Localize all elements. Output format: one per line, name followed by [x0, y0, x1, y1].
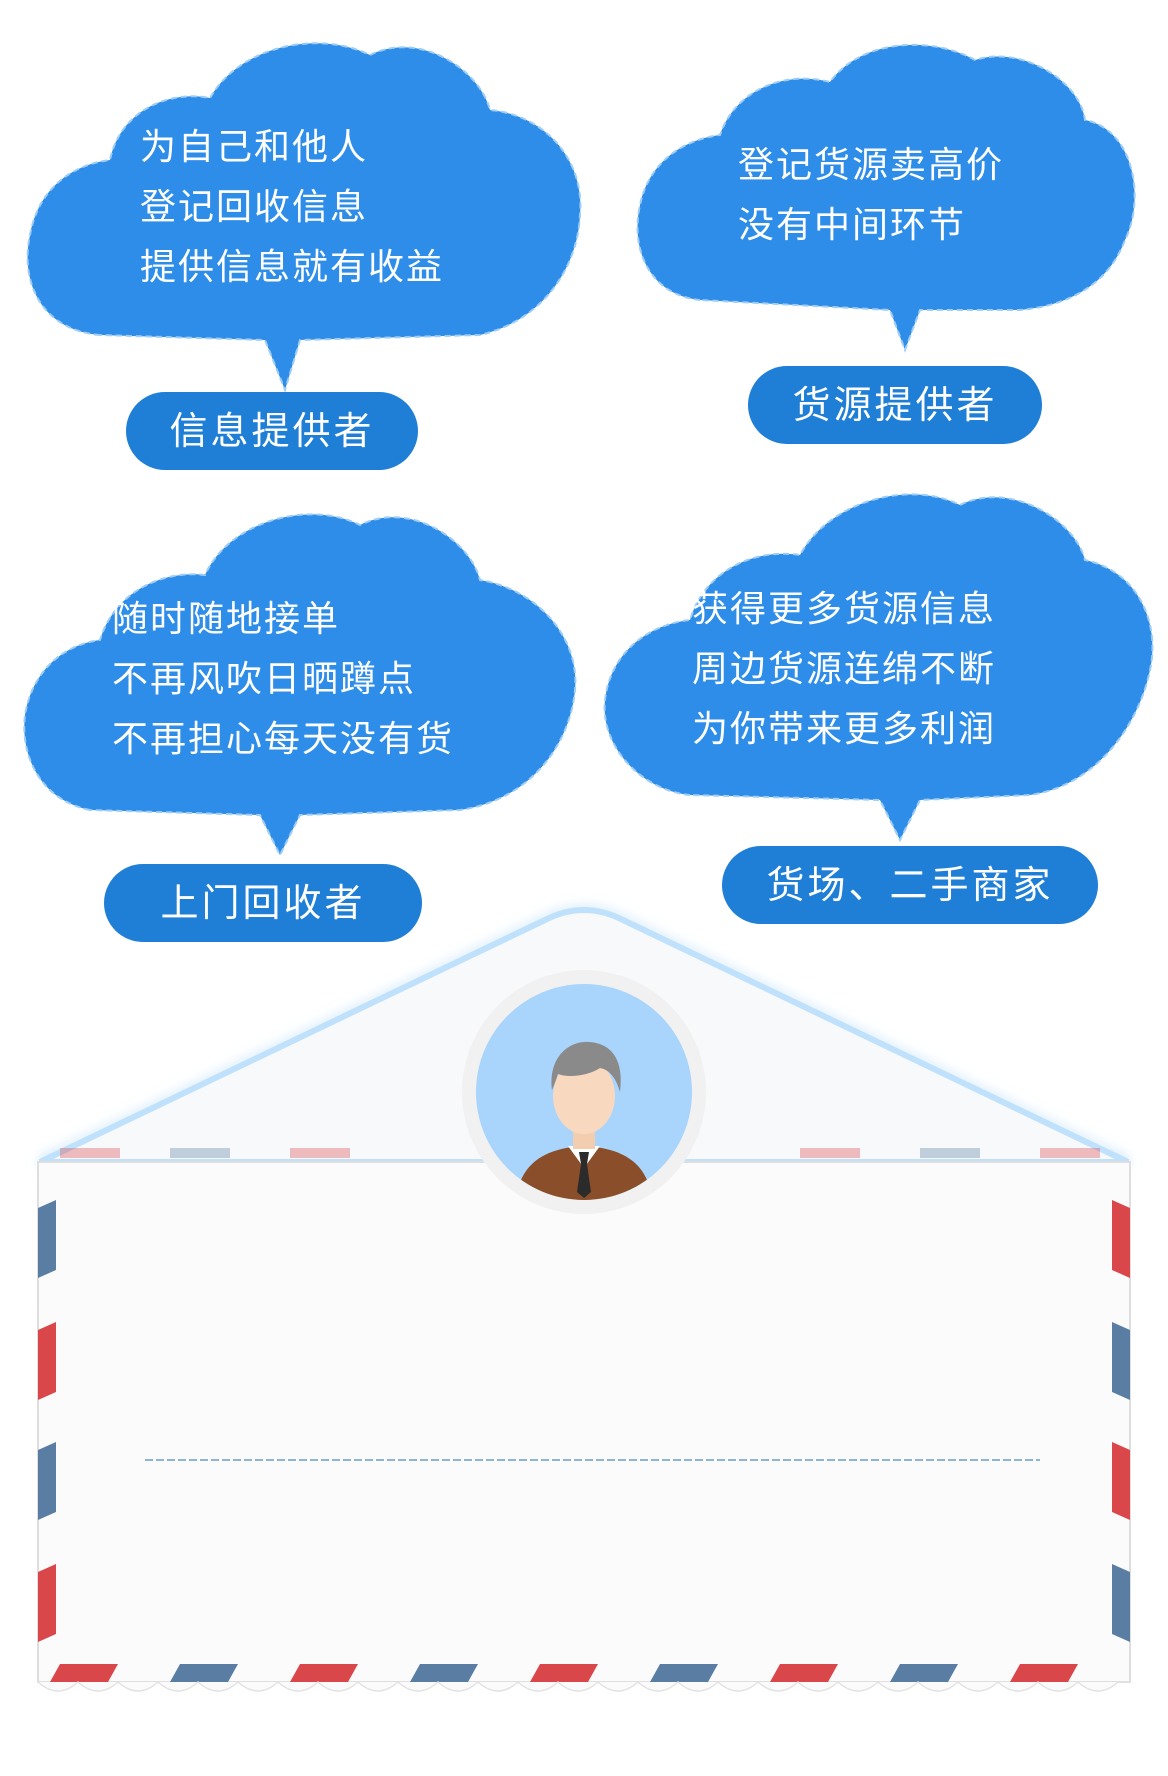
cloud-4-line-2: 周边货源连绵不断 [692, 649, 997, 690]
user-avatar-icon [462, 970, 706, 1214]
role-badge-door-collector[interactable]: 上门回收者 [104, 864, 422, 942]
cloud-4-line-3: 为你带来更多利润 [692, 709, 997, 750]
airmail-stripes-bottom [50, 1664, 1078, 1682]
cloud-4-text: 获得更多货源信息 周边货源连绵不断 为你带来更多利润 [692, 580, 996, 760]
cloud-2-line-1: 登记货源卖高价 [738, 145, 1005, 186]
role-badge-info-provider[interactable]: 信息提供者 [126, 392, 418, 470]
cloud-2-line-2: 没有中间环节 [738, 205, 967, 246]
role-badge-goods-provider[interactable]: 货源提供者 [748, 366, 1042, 444]
cloud-3-line-2: 不再风吹日晒蹲点 [112, 659, 417, 700]
cloud-3-line-3: 不再担心每天没有货 [112, 719, 455, 760]
cloud-1-text: 为自己和他人 登记回收信息 提供信息就有收益 [140, 118, 444, 298]
cloud-1-line-3: 提供信息就有收益 [140, 247, 445, 288]
cloud-1-line-2: 登记回收信息 [140, 187, 369, 228]
role-badge-dealer[interactable]: 货场、二手商家 [722, 846, 1098, 924]
cloud-3-text: 随时随地接单 不再风吹日晒蹲点 不再担心每天没有货 [112, 590, 454, 770]
cloud-4-line-1: 获得更多货源信息 [692, 589, 997, 630]
cloud-1-line-1: 为自己和他人 [140, 127, 369, 168]
cloud-2-text: 登记货源卖高价 没有中间环节 [738, 136, 1004, 256]
cloud-3-line-1: 随时随地接单 [112, 599, 341, 640]
